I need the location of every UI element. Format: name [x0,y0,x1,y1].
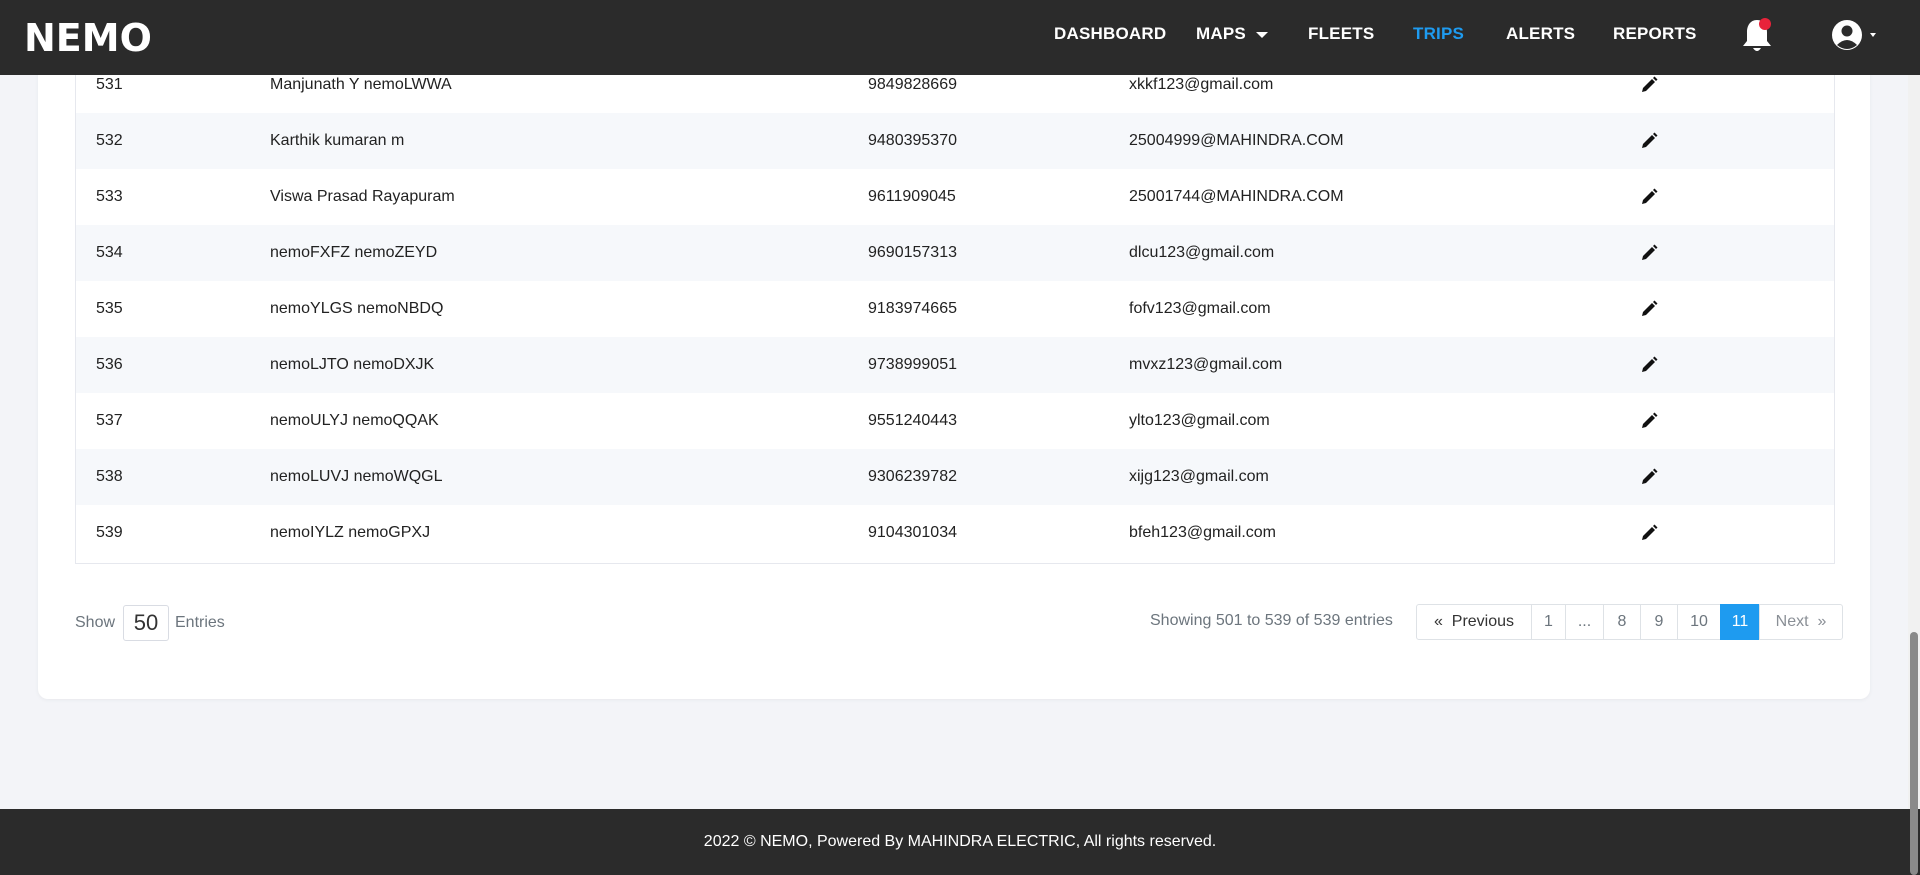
entries-label: Entries [175,614,225,631]
show-label: Show [75,614,116,631]
cell-id: 535 [96,300,123,317]
user-menu[interactable] [1830,18,1882,54]
cell-email: 25004999@MAHINDRA.COM [1129,132,1344,149]
scrollbar-thumb[interactable] [1910,632,1918,875]
cell-phone: 9183974665 [868,300,957,317]
notification-bell-icon[interactable] [1740,16,1774,56]
cell-name: nemoIYLZ nemoGPXJ [270,524,431,541]
nav-alerts[interactable]: ALERTS [1506,24,1575,44]
cell-email: bfeh123@gmail.com [1129,524,1276,541]
cell-name: Karthik kumaran m [270,132,405,149]
cell-phone: 9551240443 [868,412,957,429]
page-button-9[interactable]: 9 [1640,604,1678,640]
page-button-8[interactable]: 8 [1603,604,1641,640]
table-row: 533 Viswa Prasad Rayapuram 9611909045 25… [76,169,1834,225]
cell-phone: 9306239782 [868,468,957,485]
cell-name: nemoFXFZ nemoZEYD [270,244,438,261]
cell-name: nemoLUVJ nemoWQGL [270,468,443,485]
table-row: 535 nemoYLGS nemoNBDQ 9183974665 fofv123… [76,281,1834,337]
cell-phone: 9104301034 [868,524,957,541]
cell-email: 25001744@MAHINDRA.COM [1129,188,1344,205]
cell-id: 537 [96,412,123,429]
cell-phone: 9611909045 [868,188,956,205]
edit-pencil-icon[interactable] [1640,244,1658,262]
user-circle-icon [1832,20,1876,50]
cell-email: mvxz123@gmail.com [1129,356,1283,373]
page-button-11-active[interactable]: 11 [1720,604,1760,640]
double-chevron-right-icon: » [1817,613,1827,630]
cell-id: 539 [96,524,123,541]
cell-email: ylto123@gmail.com [1129,412,1270,429]
cell-name: nemoLJTO nemoDXJK [270,356,435,373]
footer-copyright: 2022 © NEMO, Powered By MAHINDRA ELECTRI… [703,833,1217,850]
table-row: 538 nemoLUVJ nemoWQGL 9306239782 xijg123… [76,449,1834,505]
top-navbar: NEMO DASHBOARD MAPS FLEETS TRIPS ALERTS … [0,0,1920,75]
previous-label: Previous [1451,613,1515,630]
cell-id: 532 [96,132,123,149]
cell-phone: 9738999051 [868,356,957,373]
nav-maps[interactable]: MAPS [1196,24,1268,44]
cell-id: 534 [96,244,123,261]
nemo-logo[interactable]: NEMO [24,18,152,58]
page-button-10[interactable]: 10 [1677,604,1721,640]
cell-id: 533 [96,188,123,205]
table-row: 537 nemoULYJ nemoQQAK 9551240443 ylto123… [76,393,1834,449]
page-button-1[interactable]: 1 [1531,604,1566,640]
pagination-next-button[interactable]: Next » [1759,604,1843,640]
edit-pencil-icon[interactable] [1640,188,1658,206]
page-ellipsis: ... [1565,604,1604,640]
edit-pencil-icon[interactable] [1640,300,1658,318]
cell-email: dlcu123@gmail.com [1129,244,1275,261]
table-row: 532 Karthik kumaran m 9480395370 2500499… [76,113,1834,169]
table-info: Showing 501 to 539 of 539 entries [1150,612,1393,629]
table-row: 539 nemoIYLZ nemoGPXJ 9104301034 bfeh123… [76,505,1834,563]
nav-reports[interactable]: REPORTS [1613,24,1697,44]
cell-name: nemoULYJ nemoQQAK [270,412,439,429]
edit-pencil-icon[interactable] [1640,356,1658,374]
edit-pencil-icon[interactable] [1640,468,1658,486]
edit-pencil-icon[interactable] [1640,132,1658,150]
nav-fleets[interactable]: FLEETS [1308,24,1374,44]
page-length-select[interactable]: 50 [123,605,169,641]
table-row: 534 nemoFXFZ nemoZEYD 9690157313 dlcu123… [76,225,1834,281]
page-footer: 2022 © NEMO, Powered By MAHINDRA ELECTRI… [0,809,1920,875]
nav-trips[interactable]: TRIPS [1413,24,1464,44]
double-chevron-left-icon: « [1433,613,1443,630]
edit-pencil-icon[interactable] [1640,412,1658,430]
edit-pencil-icon[interactable] [1640,524,1658,542]
table-row: 536 nemoLJTO nemoDXJK 9738999051 mvxz123… [76,337,1834,393]
nav-maps-label: MAPS [1196,24,1246,43]
chevron-down-icon [1255,31,1268,38]
edit-pencil-icon[interactable] [1640,76,1658,94]
next-label: Next [1775,613,1809,630]
cell-phone: 9480395370 [868,132,957,149]
cell-name: Viswa Prasad Rayapuram [270,188,455,205]
cell-phone: 9690157313 [868,244,957,261]
cell-email: xijg123@gmail.com [1129,468,1269,485]
cell-name: nemoYLGS nemoNBDQ [270,300,444,317]
pagination-previous-button[interactable]: « Previous [1416,604,1532,640]
cell-email: fofv123@gmail.com [1129,300,1271,317]
nav-dashboard[interactable]: DASHBOARD [1054,24,1166,44]
users-table: 531 Manjunath Y nemoLWWA 9849828669 xkkf… [75,57,1835,564]
pagination: « Previous 1 ... 8 9 10 11 Next » [1416,604,1843,640]
cell-id: 536 [96,356,123,373]
cell-id: 538 [96,468,123,485]
